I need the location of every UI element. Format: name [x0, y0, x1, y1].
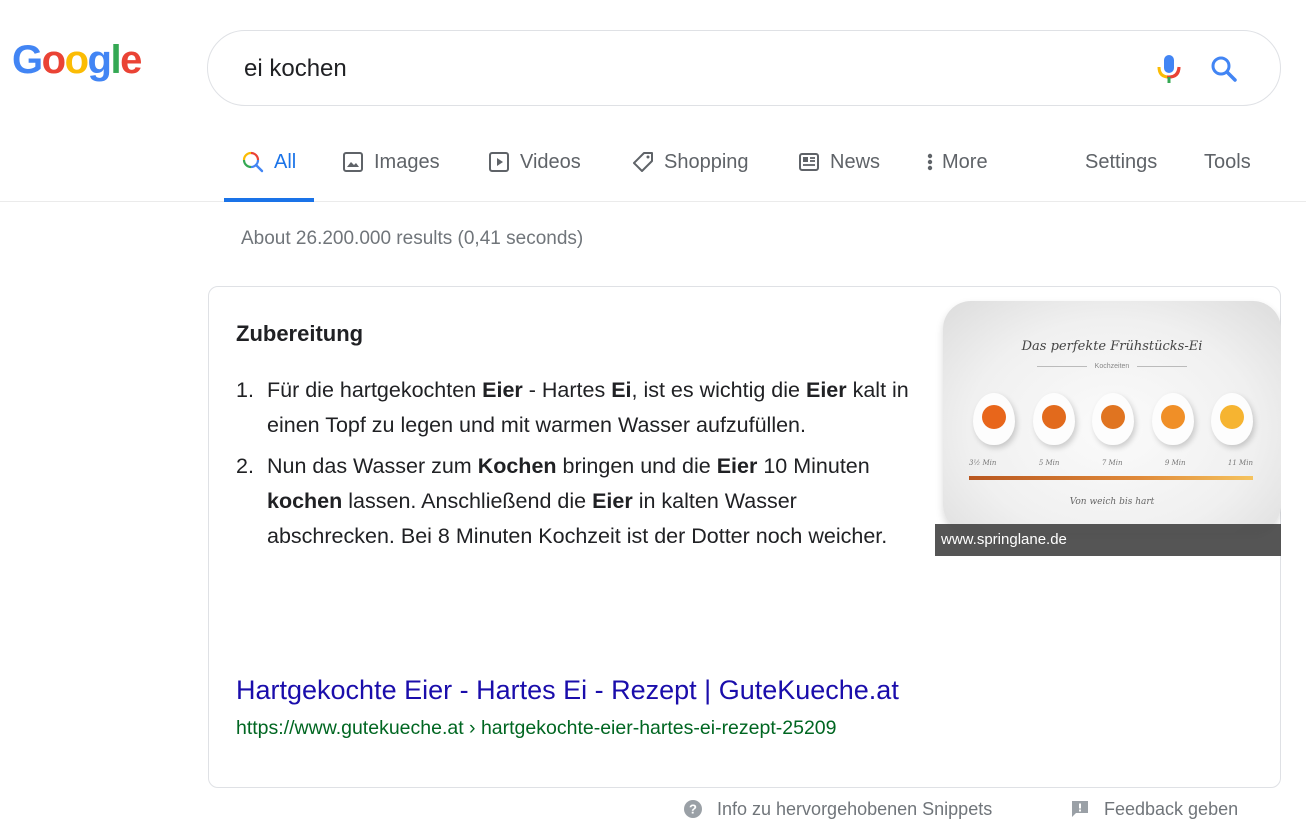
snippet-footer: ? Info zu hervorgehobenen Snippets Feedb… — [0, 796, 1306, 826]
egg-half — [1032, 393, 1075, 445]
egg-half — [973, 393, 1015, 445]
search-tabs: All Images Videos Shopping News More Set… — [0, 122, 1306, 202]
egg-half — [1151, 393, 1194, 445]
egg-yolk — [1101, 405, 1125, 429]
search-box — [207, 30, 1281, 106]
tab-label: News — [830, 150, 881, 173]
step-text: 10 Minuten — [757, 454, 870, 478]
plate-title: Das perfekte Frühstücks-Ei — [1021, 339, 1203, 354]
tab-label: More — [942, 150, 988, 173]
feedback-label: Feedback geben — [1104, 798, 1239, 819]
play-icon — [488, 151, 510, 173]
step-text: bringen und die — [556, 454, 717, 478]
svg-text:?: ? — [689, 802, 697, 817]
help-icon: ? — [683, 799, 703, 819]
plate-illustration: Das perfekte Frühstücks-Ei Kochzeiten 3½… — [943, 301, 1281, 533]
logo-letter: l — [110, 38, 121, 82]
step-text: Nun das Wasser zum — [267, 454, 478, 478]
snippet-heading: Zubereitung — [236, 321, 364, 346]
settings-link[interactable]: Settings — [1085, 122, 1157, 202]
time-label: 9 Min — [1164, 459, 1186, 467]
tab-images[interactable]: Images — [342, 122, 440, 202]
search-icon[interactable] — [1206, 51, 1242, 87]
time-bar — [969, 476, 1253, 480]
tab-label: All — [274, 150, 297, 173]
image-source-caption: www.springlane.de — [935, 524, 1281, 556]
tab-label: Shopping — [664, 150, 749, 173]
google-logo[interactable]: Google — [12, 38, 142, 82]
highlighted-term: Kochen — [477, 454, 557, 478]
step-text: Für die hartgekochten — [267, 378, 483, 402]
highlighted-term: Eier — [482, 378, 523, 402]
egg-yolk — [982, 405, 1006, 429]
tab-news[interactable]: News — [798, 122, 880, 202]
highlighted-term: Eier — [592, 489, 633, 513]
search-input[interactable] — [244, 49, 1124, 89]
feedback-link[interactable]: Feedback geben — [1070, 796, 1238, 822]
step-text: lassen. Anschließend die — [342, 489, 593, 513]
tab-videos[interactable]: Videos — [488, 122, 581, 202]
egg-yolk — [1160, 405, 1185, 429]
result-stats: About 26.200.000 results (0,41 seconds) — [241, 228, 584, 249]
plate-subtitle: Kochzeiten — [943, 363, 1281, 370]
egg-yolk — [1220, 405, 1244, 429]
highlighted-term: Ei — [611, 378, 632, 402]
result-url: https://www.gutekueche.at › hartgekochte… — [236, 717, 837, 739]
step-text: - Hartes — [522, 378, 612, 402]
tab-more[interactable]: More — [926, 122, 988, 202]
step-text: , ist es wichtig die — [631, 378, 806, 402]
highlighted-term: Eier — [716, 454, 758, 478]
tag-icon — [632, 151, 654, 173]
step-number: 1. — [236, 378, 254, 402]
time-label: 7 Min — [1101, 459, 1123, 467]
time-label: 11 Min — [1227, 459, 1253, 467]
snippet-step: 1. Für die hartgekochten Eier - Hartes Ei… — [236, 373, 916, 443]
highlighted-term: Eier — [805, 378, 847, 402]
egg-yolk — [1041, 405, 1066, 429]
egg-half — [1092, 393, 1134, 445]
tab-shopping[interactable]: Shopping — [632, 122, 749, 202]
time-label: 5 Min — [1038, 459, 1060, 467]
tab-label: Videos — [520, 150, 581, 173]
snippet-image[interactable]: Das perfekte Frühstücks-Ei Kochzeiten 3½… — [935, 293, 1281, 556]
logo-letter: g — [87, 38, 112, 82]
search-icon — [242, 151, 264, 173]
news-icon — [798, 151, 820, 173]
tab-all[interactable]: All — [223, 122, 315, 202]
feedback-icon — [1070, 799, 1090, 819]
time-labels: 3½ Min 5 Min 7 Min 9 Min 11 Min — [969, 459, 1253, 467]
image-icon — [342, 151, 364, 173]
snippet-step: 2. Nun das Wasser zum Kochen bringen und … — [236, 449, 916, 554]
microphone-icon[interactable] — [1152, 51, 1186, 87]
snippet-info-link[interactable]: ? Info zu hervorgehobenen Snippets — [683, 796, 992, 822]
step-number: 2. — [236, 454, 254, 478]
logo-letter: e — [120, 38, 142, 82]
tab-label: Images — [374, 150, 440, 173]
snippet-steps: 1. Für die hartgekochten Eier - Hartes Ei… — [236, 373, 916, 560]
plate-footer: Von weich bis hart — [1069, 497, 1155, 507]
tools-link[interactable]: Tools — [1204, 122, 1251, 202]
highlighted-term: kochen — [267, 489, 343, 513]
logo-letter: G — [12, 38, 43, 82]
logo-letter: o — [64, 38, 89, 82]
result-title-link[interactable]: Hartgekochte Eier - Hartes Ei - Rezept |… — [236, 675, 899, 706]
snippet-info-label: Info zu hervorgehobenen Snippets — [717, 798, 993, 819]
featured-snippet: Zubereitung 1. Für die hartgekochten Eier… — [208, 286, 1281, 788]
kebab-icon — [926, 151, 934, 173]
time-label: 3½ Min — [969, 459, 997, 467]
logo-letter: o — [41, 38, 66, 82]
egg-half — [1211, 393, 1253, 445]
